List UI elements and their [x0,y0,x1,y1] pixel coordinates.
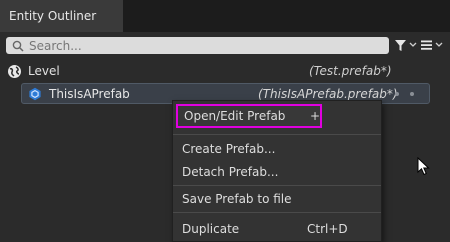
title-bar: Entity Outliner [0,0,450,32]
menu-item-label: Detach Prefab... [182,165,279,179]
menu-item-open-edit-prefab[interactable]: Open/Edit Prefab + [176,104,322,128]
options-menu-button[interactable] [420,36,443,54]
tree-item-file: (ThisIsAPrefab.prefab*) [258,86,398,101]
prefab-icon [29,87,41,100]
chevron-down-icon [435,42,443,47]
tab-entity-outliner[interactable]: Entity Outliner [0,0,123,32]
tab-label: Entity Outliner [9,9,97,23]
menu-separator [173,134,381,135]
menu-item-label: Save Prefab to file [182,192,292,206]
tree-item-label: Level [28,64,60,78]
filter-icon [395,39,406,51]
filter-button[interactable] [394,36,417,54]
globe-icon [8,64,21,78]
menu-item-label: Create Prefab... [182,142,276,156]
search-placeholder: Search... [29,38,82,53]
tree-item-label: ThisIsAPrefab [49,86,130,101]
chevron-down-icon [409,42,417,47]
menu-item-shortcut: Ctrl+D [307,222,348,236]
tree-row-level[interactable]: Level (Test.prefab*) [7,61,450,81]
menu-item-save-prefab[interactable]: Save Prefab to file [173,187,381,211]
visibility-dot[interactable] [395,91,399,96]
menu-item-duplicate[interactable]: Duplicate Ctrl+D [173,217,381,241]
menu-item-label: Duplicate [182,222,240,236]
row-status-dots [395,91,414,96]
submenu-indicator: + [310,109,321,123]
menu-separator [173,212,381,213]
menu-item-label: Open/Edit Prefab [184,109,286,123]
search-input[interactable]: Search... [6,37,389,54]
context-menu: Open/Edit Prefab + Create Prefab... Deta… [172,100,382,242]
tree-item-file: (Test.prefab*) [309,64,392,78]
cursor-icon [417,157,430,176]
menu-icon [421,40,432,50]
menu-separator [173,185,381,186]
menu-item-create-prefab[interactable]: Create Prefab... [173,137,381,161]
lock-dot[interactable] [410,91,414,96]
menu-item-detach-prefab[interactable]: Detach Prefab... [173,160,381,184]
search-icon [12,40,24,52]
